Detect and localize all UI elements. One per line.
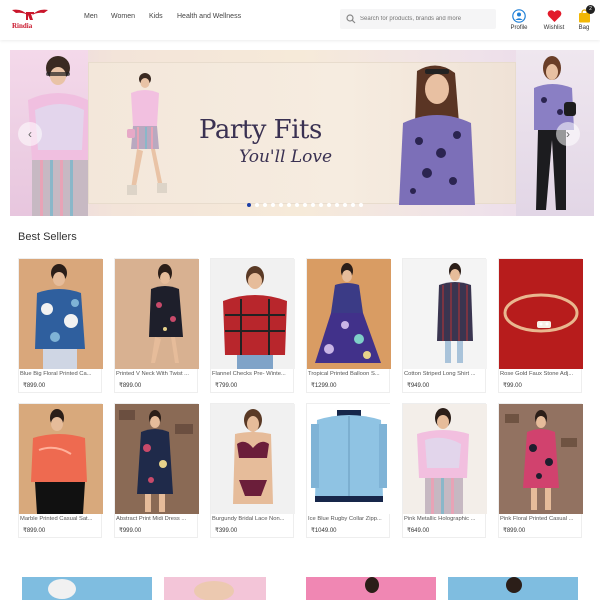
product-image <box>403 259 487 369</box>
hero-carousel[interactable]: Party Fits You'll Love ‹ › <box>10 50 594 216</box>
product-price: ₹649.00 <box>407 528 430 534</box>
product-image <box>211 259 295 369</box>
promo-tile[interactable] <box>306 577 436 600</box>
product-image <box>499 259 583 369</box>
product-name[interactable]: Cotton Striped Long Shirt ... <box>404 371 486 377</box>
product-card[interactable]: Rose Gold Faux Stone Adj... ₹99.00 <box>498 258 583 393</box>
product-card[interactable]: Burgundy Bridal Lace Non... ₹399.00 <box>210 403 295 538</box>
product-price: ₹799.00 <box>215 383 238 389</box>
product-name[interactable]: Printed V Neck With Twist ... <box>116 371 198 377</box>
product-price: ₹899.00 <box>119 383 142 389</box>
product-price: ₹399.00 <box>215 528 238 534</box>
product-name[interactable]: Burgundy Bridal Lace Non... <box>212 516 294 522</box>
product-price: ₹899.00 <box>503 528 526 534</box>
product-card[interactable]: Abstract Print Midi Dress ... ₹999.00 <box>114 403 199 538</box>
product-card[interactable]: Marble Printed Casual Sat... ₹899.00 <box>18 403 103 538</box>
carousel-dot[interactable] <box>263 203 267 207</box>
product-name[interactable]: Rose Gold Faux Stone Adj... <box>500 371 582 377</box>
carousel-dot[interactable] <box>359 203 363 207</box>
carousel-next-arrow[interactable]: › <box>556 122 580 146</box>
carousel-dot[interactable] <box>255 203 259 207</box>
product-price: ₹1049.00 <box>311 528 337 534</box>
product-card[interactable]: Cotton Striped Long Shirt ... ₹949.00 <box>402 258 487 393</box>
product-card[interactable]: Tropical Printed Balloon S... ₹1299.00 <box>306 258 391 393</box>
search-bar[interactable] <box>340 9 496 29</box>
carousel-prev-arrow[interactable]: ‹ <box>18 122 42 146</box>
product-image <box>115 404 199 514</box>
carousel-dot[interactable] <box>247 203 251 207</box>
top-header: Rindia Men Women Kids Health and Wellnes… <box>0 0 600 40</box>
product-price: ₹99.00 <box>503 383 522 389</box>
product-card[interactable]: Ice Blue Rugby Collar Zipp... ₹1049.00 <box>306 403 391 538</box>
user-icon <box>512 9 526 23</box>
profile-label: Profile <box>510 25 528 31</box>
carousel-dot[interactable] <box>311 203 315 207</box>
product-price: ₹949.00 <box>407 383 430 389</box>
nav-men[interactable]: Men <box>84 13 98 20</box>
product-image <box>19 404 103 514</box>
product-price: ₹1299.00 <box>311 383 337 389</box>
product-name[interactable]: Pink Metallic Holographic ... <box>404 516 486 522</box>
nav-women[interactable]: Women <box>111 13 135 20</box>
carousel-dot[interactable] <box>279 203 283 207</box>
best-sellers-heading: Best Sellers <box>18 231 77 243</box>
logo-text: Rindia <box>12 22 33 30</box>
heart-icon <box>547 10 561 22</box>
product-price: ₹899.00 <box>23 383 46 389</box>
carousel-dot[interactable] <box>295 203 299 207</box>
product-name[interactable]: Flannel Checks Pre- Winte... <box>212 371 294 377</box>
product-name[interactable]: Abstract Print Midi Dress ... <box>116 516 198 522</box>
hero-title: Party Fits <box>199 115 322 145</box>
product-name[interactable]: Blue Big Floral Printed Ca... <box>20 371 102 377</box>
product-price: ₹999.00 <box>119 528 142 534</box>
hero-side-image-right <box>516 50 594 216</box>
bag-count-badge: 2 <box>586 5 595 14</box>
product-image <box>115 259 199 369</box>
product-image <box>307 259 391 369</box>
hero-subtitle: You'll Love <box>239 147 333 167</box>
product-image <box>211 404 295 514</box>
carousel-dot[interactable] <box>335 203 339 207</box>
wishlist-label: Wishlist <box>543 25 565 31</box>
product-name[interactable]: Marble Printed Casual Sat... <box>20 516 102 522</box>
product-card[interactable]: Pink Metallic Holographic ... ₹649.00 <box>402 403 487 538</box>
search-input[interactable] <box>360 13 490 25</box>
search-icon <box>346 14 356 24</box>
profile-button[interactable]: Profile <box>504 9 534 31</box>
carousel-dot[interactable] <box>351 203 355 207</box>
product-card[interactable]: Flannel Checks Pre- Winte... ₹799.00 <box>210 258 295 393</box>
product-card[interactable]: Blue Big Floral Printed Ca... ₹899.00 <box>18 258 103 393</box>
bag-label: Bag <box>578 25 590 31</box>
product-card[interactable]: Printed V Neck With Twist ... ₹899.00 <box>114 258 199 393</box>
hero-model-right <box>399 65 475 205</box>
product-name[interactable]: Tropical Printed Balloon S... <box>308 371 390 377</box>
carousel-dot[interactable] <box>303 203 307 207</box>
product-image <box>403 404 487 514</box>
hero-model-left <box>127 73 167 195</box>
carousel-dot[interactable] <box>343 203 347 207</box>
promo-tile[interactable] <box>164 577 266 600</box>
product-card[interactable]: Pink Floral Printed Casual ... ₹899.00 <box>498 403 583 538</box>
bag-button[interactable]: 2 Bag <box>570 5 598 31</box>
wishlist-button[interactable]: Wishlist <box>539 9 569 31</box>
product-name[interactable]: Ice Blue Rugby Collar Zipp... <box>308 516 390 522</box>
carousel-dot[interactable] <box>327 203 331 207</box>
product-image <box>499 404 583 514</box>
nav-health-and-wellness[interactable]: Health and Wellness <box>177 13 241 20</box>
carousel-dot[interactable] <box>287 203 291 207</box>
hero-banner-panel: Party Fits You'll Love <box>88 62 516 205</box>
product-name[interactable]: Pink Floral Printed Casual ... <box>500 516 582 522</box>
product-price: ₹899.00 <box>23 528 46 534</box>
product-image <box>19 259 103 369</box>
promo-tile[interactable] <box>448 577 578 600</box>
carousel-dot[interactable] <box>319 203 323 207</box>
carousel-dot[interactable] <box>271 203 275 207</box>
nav-kids[interactable]: Kids <box>149 13 163 20</box>
promo-tile[interactable] <box>22 577 152 600</box>
product-image <box>307 404 391 514</box>
